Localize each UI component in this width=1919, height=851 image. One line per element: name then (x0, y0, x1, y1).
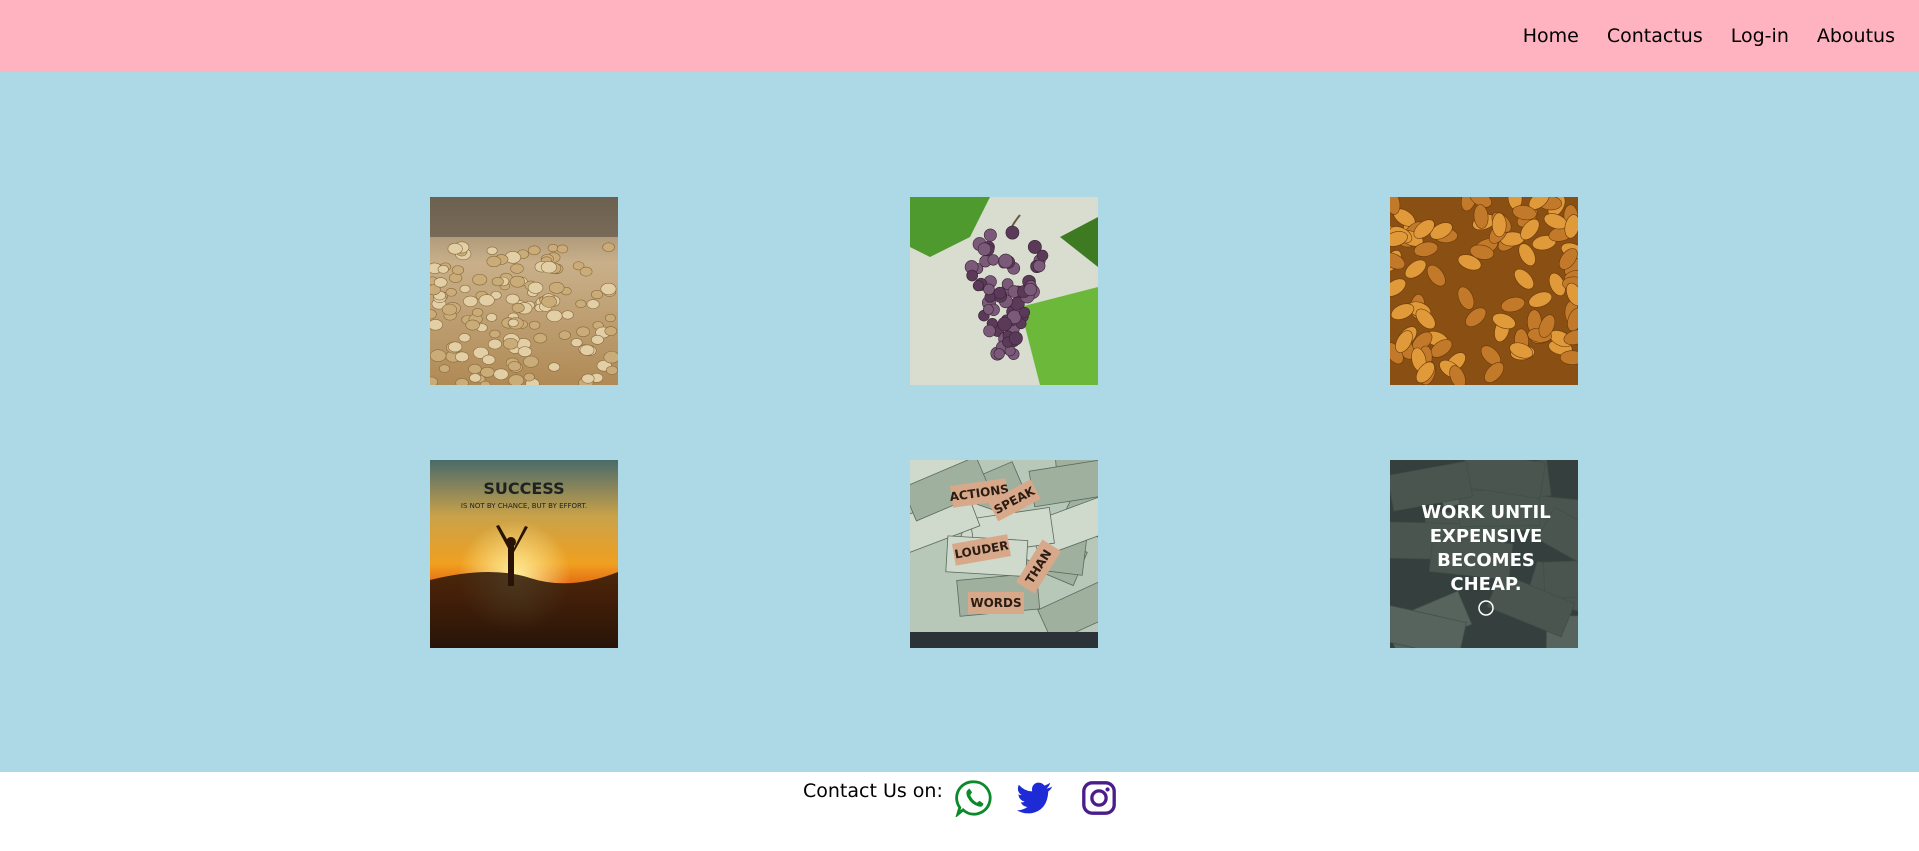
contact-us-label: Contact Us on: (803, 780, 943, 802)
grapes-image (910, 197, 1098, 385)
quote-line-2: EXPENSIVE (1430, 526, 1543, 547)
success-title-text: SUCCESS (483, 479, 564, 498)
quote-line-4: CHEAP. (1450, 574, 1521, 595)
almonds-image (1390, 197, 1578, 385)
nav-links: Home Contactus Log-in Aboutus (1523, 0, 1895, 72)
success-subtitle-text: IS NOT BY CHANCE, BUT BY EFFORT. (461, 502, 587, 510)
gallery-section: SUCCESS IS NOT BY CHANCE, BUT BY EFFORT.… (0, 72, 1919, 772)
quote-line-1: WORK UNTIL (1421, 502, 1550, 523)
work-quote-image: WORK UNTIL EXPENSIVE BECOMES CHEAP. (1390, 460, 1578, 648)
actions-quote-image: ACTIONS SPEAK LOUDER THAN WORDS (910, 460, 1098, 648)
instagram-icon[interactable] (1080, 779, 1118, 817)
nav-aboutus-link[interactable]: Aboutus (1817, 25, 1895, 47)
nav-login-link[interactable]: Log-in (1731, 25, 1789, 47)
quote-line-3: BECOMES (1437, 550, 1535, 571)
twitter-icon[interactable] (1016, 779, 1054, 817)
whatsapp-icon[interactable] (955, 779, 993, 817)
navbar: Home Contactus Log-in Aboutus (0, 0, 1919, 72)
pistachio-image (430, 197, 618, 385)
nav-contactus-link[interactable]: Contactus (1607, 25, 1703, 47)
nav-home-link[interactable]: Home (1523, 25, 1579, 47)
success-quote-image: SUCCESS IS NOT BY CHANCE, BUT BY EFFORT. (430, 460, 618, 648)
block-word-words: WORDS (970, 596, 1021, 610)
